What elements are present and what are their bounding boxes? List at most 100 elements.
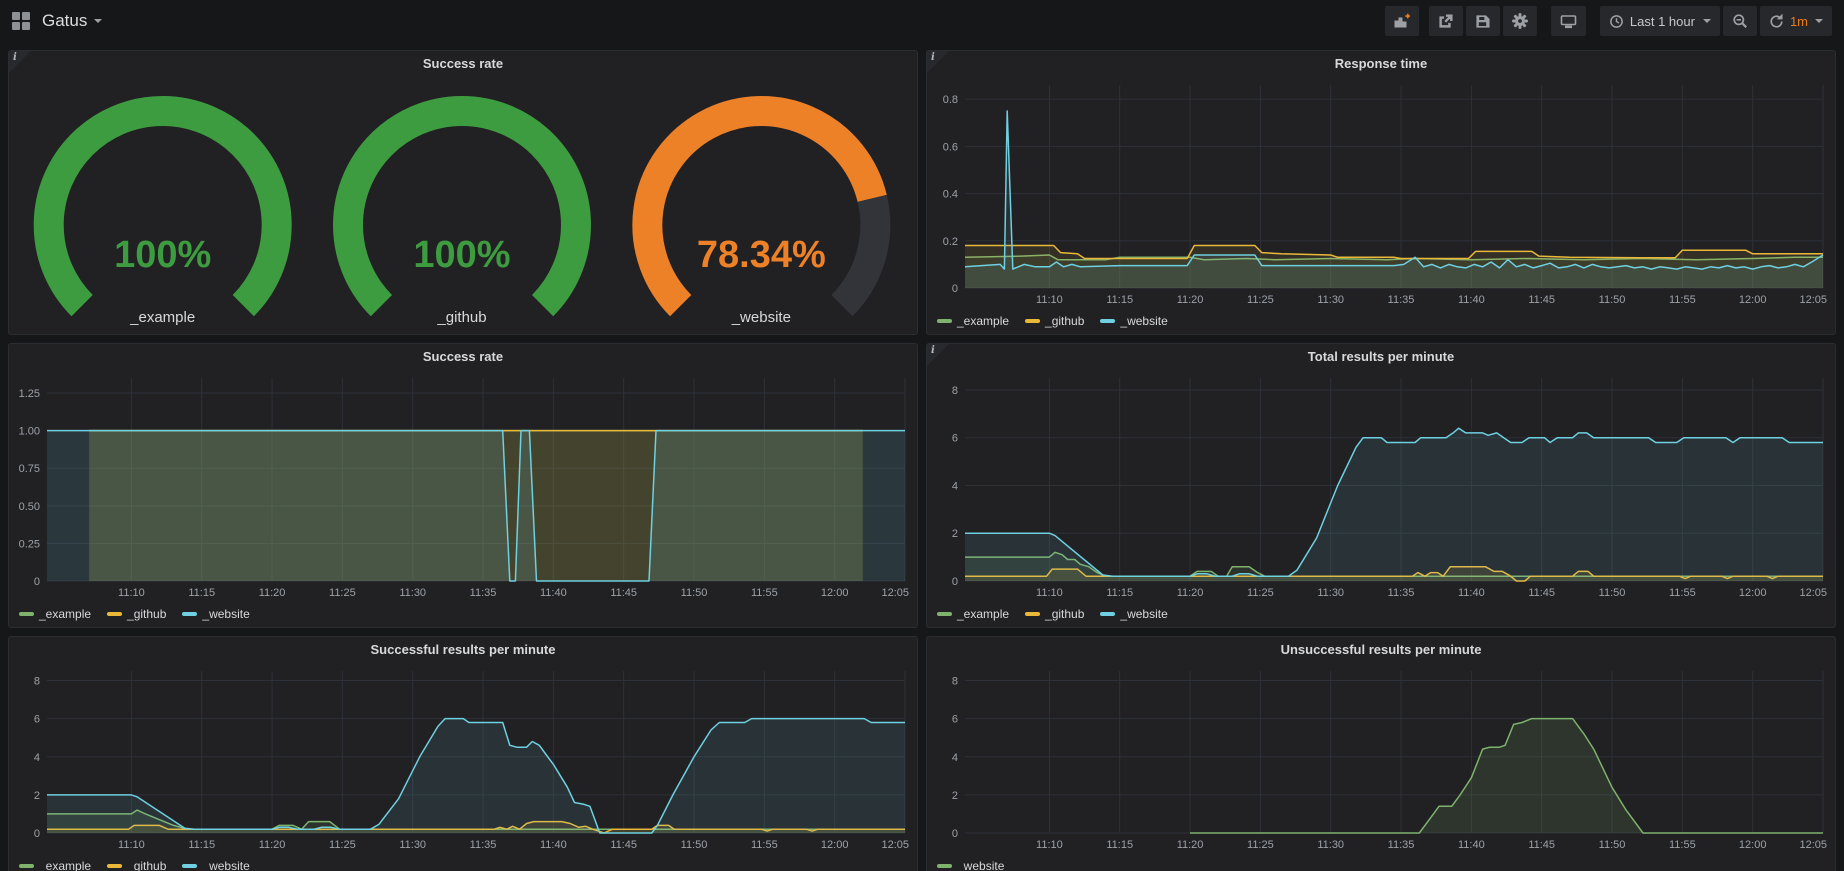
legend-item-github[interactable]: _github bbox=[107, 859, 166, 871]
legend-item-github[interactable]: _github bbox=[1025, 607, 1084, 621]
legend-label: _example bbox=[957, 607, 1009, 621]
svg-text:6: 6 bbox=[34, 714, 40, 726]
svg-text:11:25: 11:25 bbox=[1247, 587, 1274, 599]
legend-item-example[interactable]: _example bbox=[19, 859, 91, 871]
refresh-button[interactable]: 1m bbox=[1760, 6, 1832, 36]
gauge-value: 100% bbox=[413, 234, 510, 276]
dashboard-grid-icon[interactable] bbox=[12, 12, 30, 30]
svg-text:11:40: 11:40 bbox=[1458, 294, 1485, 306]
total-results-graph[interactable]: 0246811:1011:1511:2011:2511:3011:3511:40… bbox=[931, 370, 1829, 601]
panel-title[interactable]: Success rate bbox=[9, 51, 917, 77]
panel-unsuccessful-results: Unsuccessful results per minute 0246811:… bbox=[926, 636, 1836, 871]
legend-label: _website bbox=[957, 859, 1004, 871]
svg-text:0.2: 0.2 bbox=[943, 236, 958, 248]
svg-text:12:00: 12:00 bbox=[1739, 294, 1767, 306]
svg-text:4: 4 bbox=[952, 752, 958, 764]
svg-text:0.6: 0.6 bbox=[943, 141, 958, 153]
svg-text:8: 8 bbox=[34, 676, 40, 688]
successful-results-graph[interactable]: 0246811:1011:1511:2011:2511:3011:3511:40… bbox=[13, 663, 911, 853]
svg-text:11:45: 11:45 bbox=[1528, 294, 1555, 306]
svg-text:4: 4 bbox=[34, 752, 40, 764]
svg-text:2: 2 bbox=[952, 528, 958, 540]
panel-title[interactable]: Success rate bbox=[9, 344, 917, 370]
legend-item-website[interactable]: _website bbox=[182, 607, 249, 621]
gauge-label: _example bbox=[129, 309, 195, 326]
info-icon[interactable]: i bbox=[927, 51, 949, 73]
nav-toolbar: Last 1 hour 1m bbox=[1382, 6, 1832, 36]
unsuccessful-results-graph[interactable]: 0246811:1011:1511:2011:2511:3011:3511:40… bbox=[931, 663, 1829, 853]
legend-item-website[interactable]: _website bbox=[1100, 607, 1167, 621]
info-icon[interactable]: i bbox=[9, 51, 31, 73]
settings-button[interactable] bbox=[1503, 6, 1537, 36]
legend-label: _github bbox=[1045, 607, 1084, 621]
svg-text:1.00: 1.00 bbox=[19, 426, 40, 438]
legend-item-website[interactable]: _website bbox=[1100, 314, 1167, 328]
zoom-out-button[interactable] bbox=[1723, 6, 1757, 36]
svg-text:11:10: 11:10 bbox=[118, 587, 145, 599]
save-button[interactable] bbox=[1466, 6, 1500, 36]
legend-swatch bbox=[107, 612, 122, 616]
svg-text:11:10: 11:10 bbox=[1036, 839, 1063, 851]
nav-left: Gatus bbox=[12, 11, 102, 31]
svg-text:0.50: 0.50 bbox=[19, 501, 40, 513]
monitor-icon bbox=[1560, 13, 1577, 29]
legend-item-example[interactable]: _example bbox=[19, 607, 91, 621]
legend-swatch bbox=[19, 612, 34, 616]
svg-text:11:50: 11:50 bbox=[1599, 587, 1626, 599]
panel-title[interactable]: Response time bbox=[927, 51, 1835, 77]
legend-label: _website bbox=[1120, 314, 1167, 328]
legend-item-website[interactable]: _website bbox=[182, 859, 249, 871]
legend: _example _github _website bbox=[937, 605, 1168, 622]
cycle-view-button[interactable] bbox=[1551, 6, 1586, 36]
svg-text:12:05: 12:05 bbox=[1799, 587, 1827, 599]
svg-text:11:35: 11:35 bbox=[470, 587, 497, 599]
legend-item-example[interactable]: _example bbox=[937, 607, 1009, 621]
gear-icon bbox=[1512, 13, 1528, 29]
legend-swatch bbox=[937, 612, 952, 616]
panel-total-results: i Total results per minute 0246811:1011:… bbox=[926, 343, 1836, 628]
svg-text:11:20: 11:20 bbox=[1177, 587, 1204, 599]
legend-item-github[interactable]: _github bbox=[1025, 314, 1084, 328]
success-rate-gauges: 100%_example100%_github78.34%_website bbox=[13, 77, 911, 330]
legend-item-example[interactable]: _example bbox=[937, 314, 1009, 328]
svg-text:11:30: 11:30 bbox=[399, 587, 426, 599]
panel-title[interactable]: Successful results per minute bbox=[9, 637, 917, 663]
legend-swatch bbox=[182, 864, 197, 868]
legend-label: _example bbox=[39, 607, 91, 621]
panel-title[interactable]: Total results per minute bbox=[927, 344, 1835, 370]
time-range-button[interactable]: Last 1 hour bbox=[1600, 6, 1720, 36]
add-panel-button[interactable] bbox=[1385, 6, 1419, 36]
svg-text:11:40: 11:40 bbox=[540, 839, 567, 851]
legend: _example _github _website bbox=[19, 605, 250, 622]
legend-item-website[interactable]: _website bbox=[937, 859, 1004, 871]
svg-text:11:55: 11:55 bbox=[751, 587, 778, 599]
svg-text:12:05: 12:05 bbox=[1799, 294, 1827, 306]
svg-text:11:55: 11:55 bbox=[751, 839, 778, 851]
chevron-down-icon bbox=[1815, 19, 1823, 23]
gauge-label: _github bbox=[436, 309, 486, 326]
info-icon[interactable]: i bbox=[927, 344, 949, 366]
svg-text:0.25: 0.25 bbox=[19, 538, 40, 550]
success-rate-graph[interactable]: 00.250.500.751.001.2511:1011:1511:2011:2… bbox=[13, 370, 911, 601]
legend-label: _website bbox=[1120, 607, 1167, 621]
response-time-graph[interactable]: 00.20.40.60.811:1011:1511:2011:2511:3011… bbox=[931, 77, 1829, 308]
share-button[interactable] bbox=[1429, 6, 1463, 36]
legend-swatch bbox=[1025, 612, 1040, 616]
panel-title[interactable]: Unsuccessful results per minute bbox=[927, 637, 1835, 663]
svg-text:11:20: 11:20 bbox=[1177, 839, 1204, 851]
legend-swatch bbox=[1100, 319, 1115, 323]
legend-swatch bbox=[19, 864, 34, 868]
dashboard-title[interactable]: Gatus bbox=[42, 11, 87, 31]
legend-item-github[interactable]: _github bbox=[107, 607, 166, 621]
svg-text:11:25: 11:25 bbox=[1247, 839, 1274, 851]
svg-text:11:10: 11:10 bbox=[1036, 294, 1063, 306]
svg-text:2: 2 bbox=[952, 790, 958, 802]
chevron-down-icon[interactable] bbox=[94, 19, 102, 23]
svg-text:11:55: 11:55 bbox=[1669, 839, 1696, 851]
svg-text:0.8: 0.8 bbox=[943, 94, 958, 106]
svg-text:11:25: 11:25 bbox=[329, 587, 356, 599]
svg-text:11:55: 11:55 bbox=[1669, 587, 1696, 599]
refresh-icon bbox=[1769, 14, 1784, 29]
panel-success-rate-gauges: i Success rate 100%_example100%_github78… bbox=[8, 50, 918, 335]
svg-text:0: 0 bbox=[952, 283, 958, 295]
